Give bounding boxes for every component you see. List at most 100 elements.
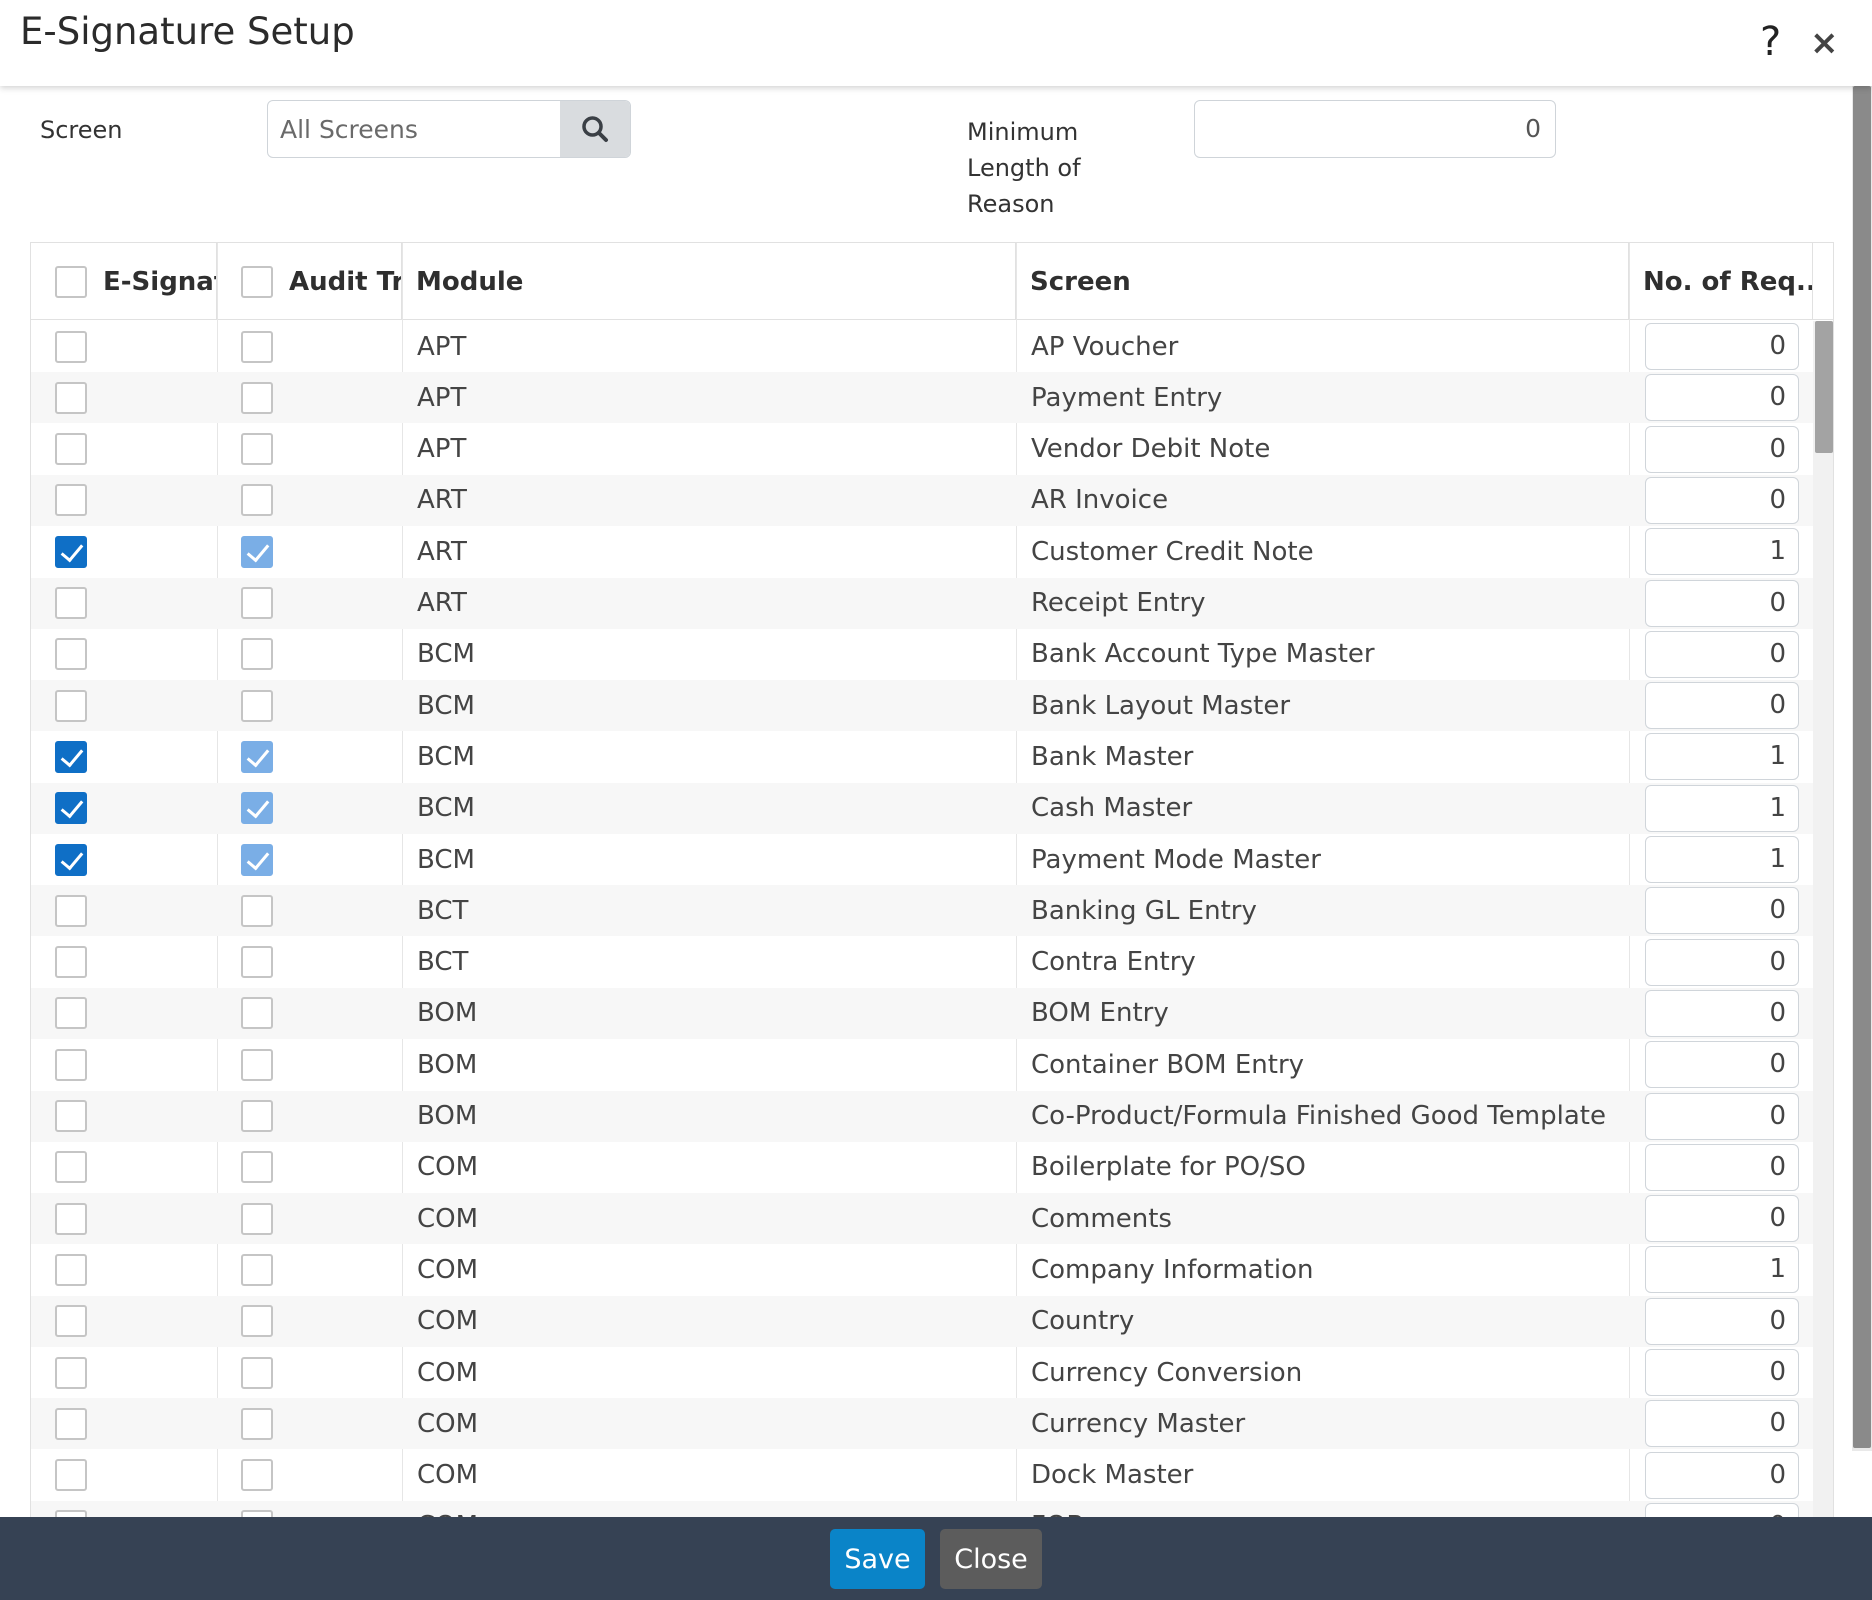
esignature-checkbox[interactable] bbox=[55, 1048, 87, 1081]
esignature-checkbox[interactable] bbox=[55, 689, 87, 722]
num-required-input[interactable]: 0 bbox=[1645, 579, 1799, 627]
esignature-checkbox[interactable] bbox=[55, 946, 87, 979]
header-esignature[interactable]: E-Signature bbox=[31, 243, 217, 320]
help-icon[interactable]: ? bbox=[1760, 22, 1781, 62]
header-module[interactable]: Module bbox=[402, 243, 1016, 320]
num-required-input[interactable]: 0 bbox=[1645, 374, 1799, 422]
num-required-input[interactable]: 0 bbox=[1645, 682, 1799, 730]
audit-trail-checkbox[interactable] bbox=[241, 1253, 273, 1286]
esignature-checkbox[interactable] bbox=[55, 997, 87, 1030]
esignature-checkbox[interactable] bbox=[55, 1510, 87, 1517]
esignature-checkbox[interactable] bbox=[55, 1202, 87, 1235]
num-required-input[interactable]: 0 bbox=[1645, 887, 1799, 935]
audit-trail-checkbox[interactable] bbox=[241, 1459, 273, 1492]
table-row[interactable]: COM Comments 0 bbox=[31, 1193, 1813, 1245]
close-icon[interactable]: × bbox=[1810, 26, 1839, 60]
min-length-input[interactable]: 0 bbox=[1194, 100, 1556, 158]
num-required-input[interactable]: 0 bbox=[1645, 425, 1799, 473]
select-all-esignature-checkbox[interactable] bbox=[55, 265, 87, 298]
esignature-checkbox[interactable] bbox=[55, 1253, 87, 1286]
num-required-input[interactable]: 0 bbox=[1645, 1451, 1799, 1499]
table-row[interactable]: BCM Bank Layout Master 0 bbox=[31, 680, 1813, 732]
num-required-input[interactable]: 0 bbox=[1645, 1400, 1799, 1448]
esignature-checkbox[interactable] bbox=[55, 433, 87, 466]
audit-trail-checkbox[interactable] bbox=[241, 1305, 273, 1338]
esignature-checkbox[interactable] bbox=[55, 894, 87, 927]
table-row[interactable]: BCM Payment Mode Master 1 bbox=[31, 834, 1813, 885]
esignature-checkbox[interactable] bbox=[55, 1459, 87, 1492]
audit-trail-checkbox[interactable] bbox=[241, 792, 273, 825]
header-num-required[interactable]: No. of Req... bbox=[1629, 243, 1813, 320]
table-row[interactable]: BCT Banking GL Entry 0 bbox=[31, 885, 1813, 937]
esignature-checkbox[interactable] bbox=[55, 1356, 87, 1389]
audit-trail-checkbox[interactable] bbox=[241, 1048, 273, 1081]
audit-trail-checkbox[interactable] bbox=[241, 587, 273, 619]
table-row[interactable]: COM Boilerplate for PO/SO 0 bbox=[31, 1142, 1813, 1193]
num-required-input[interactable]: 0 bbox=[1645, 1041, 1799, 1089]
table-row[interactable]: COM FOB 0 bbox=[31, 1500, 1813, 1517]
num-required-input[interactable]: 1 bbox=[1645, 836, 1799, 883]
save-button[interactable]: Save bbox=[830, 1529, 925, 1589]
audit-trail-checkbox[interactable] bbox=[241, 535, 273, 568]
audit-trail-checkbox[interactable] bbox=[241, 1202, 273, 1235]
audit-trail-checkbox[interactable] bbox=[241, 894, 273, 927]
num-required-input[interactable]: 0 bbox=[1645, 1502, 1799, 1517]
num-required-input[interactable]: 0 bbox=[1645, 938, 1799, 986]
esignature-checkbox[interactable] bbox=[55, 330, 87, 363]
table-row[interactable]: APT Payment Entry 0 bbox=[31, 372, 1813, 424]
table-row[interactable]: APT AP Voucher 0 bbox=[31, 321, 1813, 372]
table-row[interactable]: BCM Cash Master 1 bbox=[31, 782, 1813, 834]
num-required-input[interactable]: 0 bbox=[1645, 1092, 1799, 1140]
num-required-input[interactable]: 0 bbox=[1645, 1195, 1799, 1243]
audit-trail-checkbox[interactable] bbox=[241, 1356, 273, 1389]
table-row[interactable]: ART Customer Credit Note 1 bbox=[31, 526, 1813, 577]
esignature-checkbox[interactable] bbox=[55, 587, 87, 619]
num-required-input[interactable]: 1 bbox=[1645, 784, 1799, 832]
close-button[interactable]: Close bbox=[940, 1529, 1042, 1589]
table-row[interactable]: APT Vendor Debit Note 0 bbox=[31, 424, 1813, 475]
esignature-checkbox[interactable] bbox=[55, 484, 87, 517]
num-required-input[interactable]: 0 bbox=[1645, 630, 1799, 678]
dialog-scrollbar-thumb[interactable] bbox=[1853, 86, 1871, 1448]
esignature-checkbox[interactable] bbox=[55, 1151, 87, 1184]
table-row[interactable]: COM Company Information 1 bbox=[31, 1244, 1813, 1295]
num-required-input[interactable]: 0 bbox=[1645, 1143, 1799, 1191]
grid-scrollbar-thumb[interactable] bbox=[1815, 321, 1833, 453]
audit-trail-checkbox[interactable] bbox=[241, 1151, 273, 1184]
table-row[interactable]: ART Receipt Entry 0 bbox=[31, 577, 1813, 629]
table-row[interactable]: BCT Contra Entry 0 bbox=[31, 937, 1813, 988]
audit-trail-checkbox[interactable] bbox=[241, 381, 273, 414]
audit-trail-checkbox[interactable] bbox=[241, 997, 273, 1030]
table-row[interactable]: ART AR Invoice 0 bbox=[31, 474, 1813, 526]
header-screen[interactable]: Screen bbox=[1016, 243, 1629, 320]
num-required-input[interactable]: 0 bbox=[1645, 323, 1799, 370]
screen-search-input[interactable] bbox=[268, 101, 560, 157]
audit-trail-checkbox[interactable] bbox=[241, 638, 273, 671]
audit-trail-checkbox[interactable] bbox=[241, 1407, 273, 1440]
audit-trail-checkbox[interactable] bbox=[241, 1510, 273, 1517]
audit-trail-checkbox[interactable] bbox=[241, 484, 273, 517]
esignature-checkbox[interactable] bbox=[55, 638, 87, 671]
table-row[interactable]: BCM Bank Master 1 bbox=[31, 731, 1813, 782]
search-button[interactable] bbox=[560, 101, 630, 157]
num-required-input[interactable]: 0 bbox=[1645, 1349, 1799, 1396]
audit-trail-checkbox[interactable] bbox=[241, 689, 273, 722]
esignature-checkbox[interactable] bbox=[55, 843, 87, 876]
audit-trail-checkbox[interactable] bbox=[241, 843, 273, 876]
table-row[interactable]: BCM Bank Account Type Master 0 bbox=[31, 629, 1813, 680]
num-required-input[interactable]: 0 bbox=[1645, 1297, 1799, 1345]
num-required-input[interactable]: 1 bbox=[1645, 733, 1799, 781]
esignature-checkbox[interactable] bbox=[55, 535, 87, 568]
select-all-audit-checkbox[interactable] bbox=[241, 265, 273, 298]
table-row[interactable]: BOM Co-Product/Formula Finished Good Temp… bbox=[31, 1090, 1813, 1142]
num-required-input[interactable]: 1 bbox=[1645, 528, 1799, 576]
audit-trail-checkbox[interactable] bbox=[241, 433, 273, 466]
header-audit-trail[interactable]: Audit Trail bbox=[217, 243, 402, 320]
esignature-checkbox[interactable] bbox=[55, 792, 87, 825]
esignature-checkbox[interactable] bbox=[55, 381, 87, 414]
esignature-checkbox[interactable] bbox=[55, 1305, 87, 1338]
grid-scrollbar-track[interactable] bbox=[1813, 321, 1833, 1517]
audit-trail-checkbox[interactable] bbox=[241, 740, 273, 773]
esignature-checkbox[interactable] bbox=[55, 1407, 87, 1440]
audit-trail-checkbox[interactable] bbox=[241, 330, 273, 363]
